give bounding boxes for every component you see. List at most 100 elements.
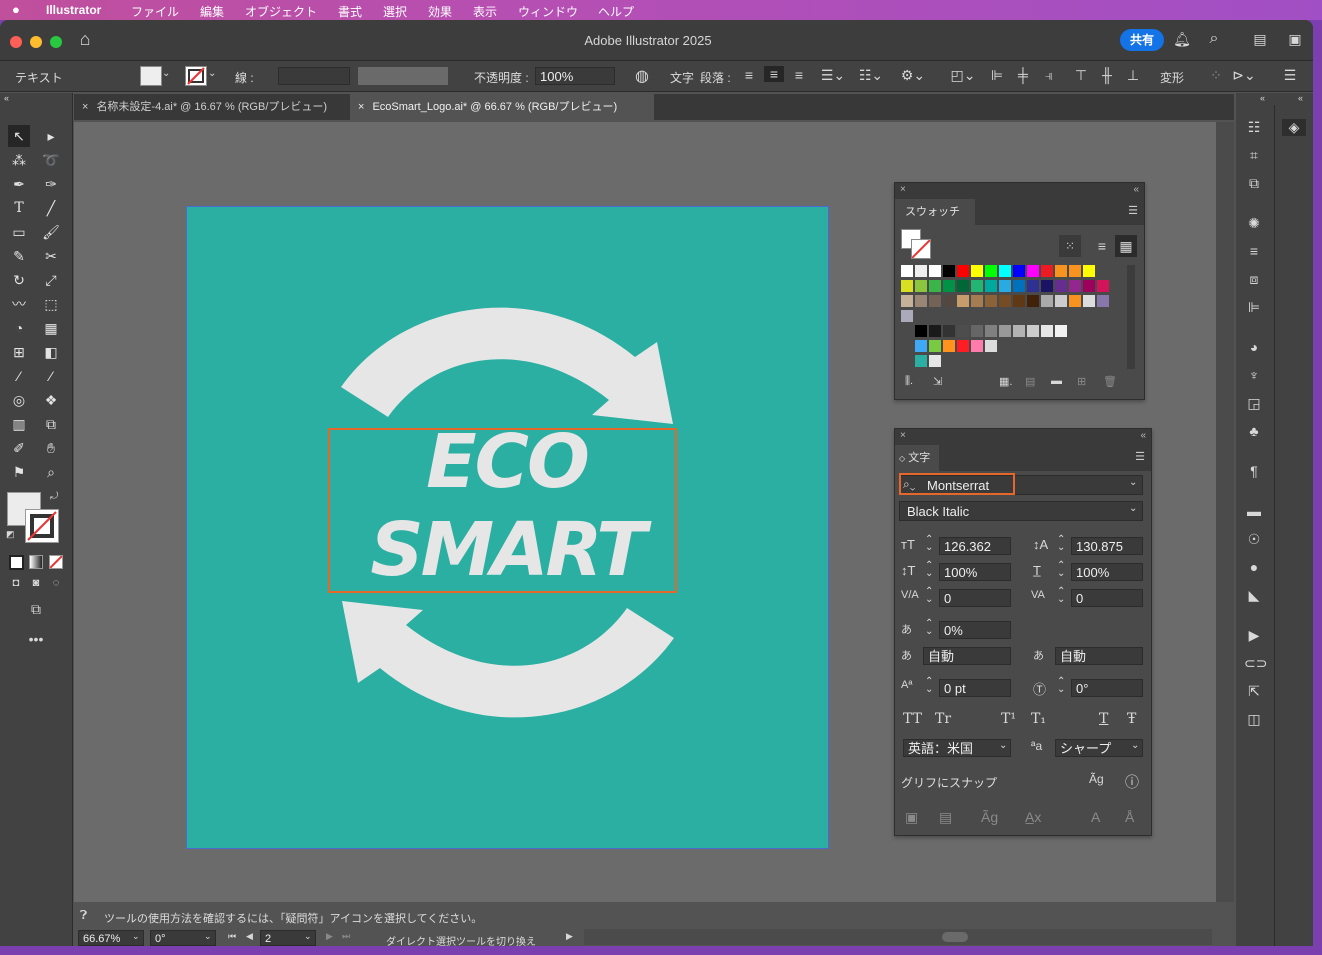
eyedropper-alt-tool-icon[interactable]: ⁄ — [40, 365, 62, 387]
swatch-chip[interactable] — [901, 310, 913, 322]
close-panel-icon[interactable]: × — [900, 430, 906, 441]
menu-app-name[interactable]: Illustrator — [46, 3, 101, 17]
arrange-panel-icon[interactable]: ⧈ — [1244, 271, 1264, 288]
swatch-chip[interactable] — [1041, 280, 1053, 292]
collapse-panel-icon[interactable]: « — [1140, 430, 1146, 441]
swatch-chip[interactable] — [957, 295, 969, 307]
swatch-chip[interactable] — [971, 280, 983, 292]
swatch-chip[interactable] — [915, 265, 927, 277]
font-style-dropdown-icon[interactable]: ⌄ — [1129, 503, 1137, 514]
swatch-chip[interactable] — [971, 265, 983, 277]
small-caps-button[interactable]: Tr — [935, 711, 951, 727]
swatch-chip[interactable] — [901, 280, 913, 292]
stroke-mini[interactable] — [911, 239, 931, 259]
type-tool-icon[interactable]: T — [8, 197, 30, 219]
align-vertical-center-icon[interactable]: ╫ — [1098, 67, 1116, 83]
stroke-weight-field[interactable] — [278, 67, 350, 85]
home-icon[interactable]: ⌂ — [74, 29, 96, 50]
swatch-chip[interactable] — [1041, 295, 1053, 307]
language-dropdown[interactable]: 英語：米国 — [903, 739, 1011, 757]
kerning-field[interactable]: 0 — [939, 589, 1011, 607]
vertical-scrollbar[interactable] — [1216, 122, 1234, 902]
collapse-panel-icon[interactable]: « — [1133, 184, 1139, 195]
language-dropdown-icon[interactable]: ⌄ — [999, 740, 1007, 751]
brushes-panel-icon[interactable]: ♆ — [1244, 367, 1264, 383]
swatch-chip[interactable] — [971, 340, 983, 352]
paragraph-panel-link[interactable]: 段落 : — [700, 69, 731, 86]
info-icon[interactable]: ⓘ — [1125, 772, 1139, 792]
export-panel-icon[interactable]: ⇱ — [1244, 683, 1264, 700]
swatch-chip[interactable] — [1097, 295, 1109, 307]
antialias-dropdown-icon[interactable]: ⌄ — [1131, 740, 1139, 751]
align-left-icon[interactable]: ≡ — [740, 67, 758, 83]
swatch-chip[interactable] — [1055, 295, 1067, 307]
swatch-chip[interactable] — [929, 295, 941, 307]
swatch-chip[interactable] — [985, 280, 997, 292]
swatch-chip[interactable] — [957, 265, 969, 277]
new-color-group-icon[interactable]: ▬ — [1051, 375, 1062, 387]
align-left-edges-icon[interactable]: ⊫ — [988, 67, 1006, 84]
status-menu-icon[interactable]: ▶ — [566, 931, 573, 942]
collapse-dock-right-icon[interactable]: « — [1298, 93, 1303, 103]
previous-artboard-icon[interactable]: ◀ — [246, 931, 253, 942]
canvas-area[interactable]: ECO SMART × « スウォッチ ☰ ⁙ ≡ ▦ ⫼. ⇲ ▦. ▤ ▬ … — [74, 122, 1234, 902]
swatch-chip[interactable] — [1055, 325, 1067, 337]
font-size-field[interactable]: 126.362 — [939, 537, 1011, 555]
align-center-icon[interactable]: ≡ — [764, 66, 784, 82]
menu-window[interactable]: ウィンドウ — [518, 3, 578, 20]
menu-object[interactable]: オブジェクト — [245, 3, 317, 20]
lasso-tool-icon[interactable]: ➰ — [40, 149, 62, 171]
magic-wand-tool-icon[interactable]: ⁂ — [8, 149, 30, 171]
swatch-chip[interactable] — [957, 280, 969, 292]
horizontal-scrollbar[interactable] — [584, 929, 1212, 945]
leading-stepper-icon[interactable]: ⌃ ⌄ — [1057, 535, 1065, 553]
swatch-chip[interactable] — [943, 325, 955, 337]
baseline-shift-field[interactable]: 0 pt — [939, 679, 1011, 697]
help-icon[interactable]: ❓︎ — [80, 908, 87, 923]
bullets-icon[interactable]: ☰⌄ — [820, 67, 846, 84]
swatch-libraries-icon[interactable]: ⫼. — [905, 375, 913, 388]
tab-ecosmart-logo[interactable]: × EcoSmart_Logo.ai* @ 66.67 % (RGB/プレビュー) — [350, 94, 654, 120]
hand-tool-icon[interactable]: ✋︎ — [40, 437, 62, 459]
leading-field[interactable]: 130.875 — [1071, 537, 1143, 555]
swatch-chip[interactable] — [957, 325, 969, 337]
character-panel-link[interactable]: 文字 — [670, 69, 694, 86]
draw-behind-icon[interactable]: ◙ — [28, 577, 44, 589]
show-kinds-icon[interactable]: ▦. — [999, 375, 1012, 388]
swatch-chip[interactable] — [943, 295, 955, 307]
menu-file[interactable]: ファイル — [131, 3, 179, 20]
variable-width-profile[interactable] — [358, 67, 448, 85]
swatch-chip[interactable] — [943, 340, 955, 352]
graphic-styles-panel-icon[interactable]: ● — [1244, 559, 1264, 575]
close-tab-icon[interactable]: × — [82, 101, 88, 113]
stroke-dropdown-icon[interactable]: ⌄ — [208, 68, 216, 79]
swatch-scrollbar[interactable] — [1127, 265, 1135, 369]
vertical-scale-field[interactable]: 100% — [939, 563, 1011, 581]
panel-menu-icon[interactable]: ☰ — [1128, 204, 1138, 217]
strikethrough-button[interactable]: Ŧ — [1127, 711, 1136, 727]
swatch-chip[interactable] — [1097, 280, 1109, 292]
swatch-chip[interactable] — [1069, 280, 1081, 292]
numbering-icon[interactable]: ☷⌄ — [858, 67, 884, 84]
stroke-swatch[interactable] — [25, 509, 59, 543]
baseline-shift-stepper-icon[interactable]: ⌃ ⌄ — [925, 677, 933, 695]
superscript-button[interactable]: T¹ — [1001, 711, 1016, 727]
horizontal-scale-field[interactable]: 100% — [1071, 563, 1143, 581]
swatch-chip[interactable] — [929, 355, 941, 367]
swatch-chip[interactable] — [901, 265, 913, 277]
tsume-stepper-icon[interactable]: ⌃ ⌄ — [925, 619, 933, 637]
swatch-chip[interactable] — [915, 325, 927, 337]
antialias-dropdown[interactable]: シャープ — [1055, 739, 1143, 757]
font-size-stepper-icon[interactable]: ⌃ ⌄ — [925, 535, 933, 553]
paintbrush-tool-icon[interactable]: 🖌︎ — [40, 221, 62, 243]
kerning-stepper-icon[interactable]: ⌃ ⌄ — [925, 587, 933, 605]
free-transform-tool-icon[interactable]: ⬚ — [40, 293, 62, 315]
tab-character[interactable]: ◇ 文字 — [895, 445, 939, 471]
paragraph-panel-icon[interactable]: ¶ — [1244, 463, 1264, 479]
subscript-button[interactable]: T₁ — [1031, 711, 1046, 727]
glyph-icon[interactable]: Ãg — [1089, 772, 1104, 786]
links-panel-icon[interactable]: ⊂⊃ — [1244, 655, 1267, 672]
swatch-chip[interactable] — [929, 265, 941, 277]
swatch-chip[interactable] — [985, 340, 997, 352]
line-tool-icon[interactable]: ╱ — [40, 197, 62, 219]
